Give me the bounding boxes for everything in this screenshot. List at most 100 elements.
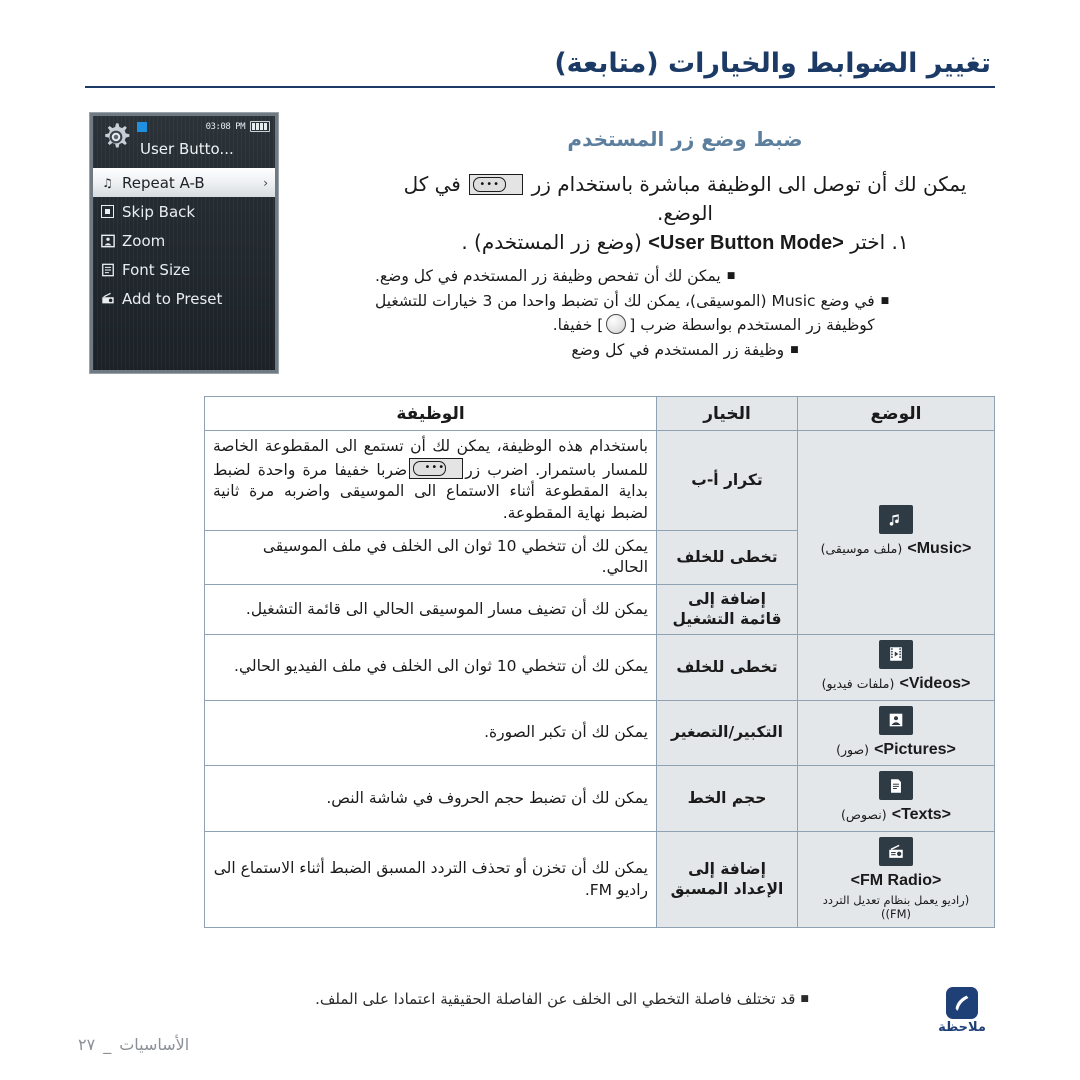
user-button-key-icon xyxy=(409,457,464,479)
video-icon xyxy=(879,639,913,669)
mode-name-en: <Pictures> xyxy=(874,740,956,758)
note-text-wrap: ■ قد تختلف فاصلة التخطي الى الخلف عن الفا… xyxy=(205,985,919,1011)
text-icon xyxy=(99,261,116,278)
table-row: <Texts> (نصوص) حجم الخط يمكن لك أن تضبط … xyxy=(204,765,995,833)
cell-function: يمكن لك أن تتخطي 10 ثوان الى الخلف في مل… xyxy=(204,633,657,701)
step-1: ١. اختر <User Button Mode> (وضع زر المست… xyxy=(375,228,995,257)
cell-mode-pictures: <Pictures> (صور) xyxy=(797,699,995,767)
device-menu-item-zoom[interactable]: Zoom xyxy=(93,226,275,255)
device-menu-item-add-to-preset[interactable]: Add to Preset xyxy=(93,284,275,313)
step-1-number: ١. xyxy=(891,230,909,254)
picture-icon xyxy=(879,705,913,735)
cell-option: التكبير/التصغير xyxy=(656,699,798,767)
mode-name-en: <Music> xyxy=(907,540,972,558)
cell-function: يمكن لك أن تضيف مسار الموسيقى الحالي الى… xyxy=(204,584,657,635)
skip-back-icon xyxy=(99,203,116,220)
note-icon-block: ملاحظة xyxy=(929,985,995,1035)
bullet-text-2: في وضع Music (الموسيقى)، يمكن لك أن تضبط… xyxy=(375,290,875,337)
step-1-translation: (وضع زر المستخدم) . xyxy=(461,230,642,254)
mode-name-ar: (راديو يعمل بنظام تعديل التردد (FM)) xyxy=(822,893,970,922)
device-menu-item-skip-back[interactable]: Skip Back xyxy=(93,197,275,226)
radio-icon xyxy=(99,290,116,307)
bullet-text-3: وظيفة زر المستخدم في كل وضع xyxy=(571,340,785,359)
bullet-2-tail-after: ] خفيفا. xyxy=(552,315,604,334)
note-text: قد تختلف فاصلة التخطي الى الخلف عن الفاص… xyxy=(315,990,796,1008)
column-header-function: الوظيفة xyxy=(204,396,657,431)
device-menu-item-label: Skip Back xyxy=(122,202,196,221)
cell-option: إضافة إلى قائمة التشغيل xyxy=(656,584,798,635)
note-block: ملاحظة ■ قد تختلف فاصلة التخطي الى الخلف … xyxy=(205,985,995,1035)
table-row: <Pictures> (صور) التكبير/التصغير يمكن لك… xyxy=(204,699,995,767)
bullet-square-icon: ■ xyxy=(880,296,890,307)
table-row: <Videos> (ملفات فيديو) تخطى للخلف يمكن ل… xyxy=(204,633,995,701)
cell-option: تكرار أ-ب xyxy=(656,430,798,531)
chevron-right-icon: › xyxy=(263,175,268,190)
footer-separator: _ xyxy=(103,1035,112,1054)
step-1-menu-name: <User Button Mode> xyxy=(648,232,844,254)
mode-caption: <Texts> (نصوص) xyxy=(806,804,986,826)
device-menu-item-label: Add to Preset xyxy=(122,289,223,308)
status-indicator-square xyxy=(137,122,147,132)
cell-mode-texts: <Texts> (نصوص) xyxy=(797,765,995,833)
mode-caption: <Music> (ملف موسيقى) xyxy=(806,538,986,560)
mode-name-en: <Texts> xyxy=(891,806,952,824)
column-header-option: الخيار xyxy=(656,396,798,431)
device-screen-title: User Butto... xyxy=(140,140,234,158)
cell-function: يمكن لك أن تكبر الصورة. xyxy=(204,699,657,767)
device-status-bar: 03:08 PM User Butto... xyxy=(93,116,275,168)
table-row: <FM Radio> (راديو يعمل بنظام تعديل الترد… xyxy=(204,831,995,928)
device-menu-item-label: Repeat A-B xyxy=(122,173,205,192)
bullet-square-icon: ■ xyxy=(726,271,736,281)
step-1-verb: اختر xyxy=(850,230,886,254)
cell-option: تخطى للخلف xyxy=(656,633,798,701)
device-menu-item-font-size[interactable]: Font Size xyxy=(93,255,275,284)
cell-mode-videos: <Videos> (ملفات فيديو) xyxy=(797,633,995,701)
gear-icon xyxy=(99,120,133,154)
title-divider xyxy=(85,86,995,89)
cell-option: إضافة إلى الإعداد المسبق xyxy=(656,831,798,928)
mode-name-en: <FM Radio> xyxy=(850,872,942,890)
bullet-square-icon: ■ xyxy=(800,994,809,1004)
cell-function: يمكن لك أن تخزن أو تحذف التردد المسبق ال… xyxy=(204,831,657,928)
mode-name-ar: (ملفات فيديو) xyxy=(821,675,895,691)
bullet-text-1: يمكن لك أن تفحص وظيفة زر المستخدم في كل … xyxy=(375,267,721,285)
battery-icon xyxy=(250,121,270,132)
bullet-square-icon: ■ xyxy=(790,344,799,355)
record-button-icon xyxy=(606,313,627,334)
device-screen: 03:08 PM User Butto... ♫ Repeat A-B › Sk… xyxy=(93,116,275,370)
user-button-key-icon xyxy=(469,174,524,195)
cell-option: حجم الخط xyxy=(656,765,798,833)
music-note-icon xyxy=(879,505,913,535)
list-item: ■ في وضع Music (الموسيقى)، يمكن لك أن تض… xyxy=(375,290,995,337)
cell-mode-fm-radio: <FM Radio> (راديو يعمل بنظام تعديل الترد… xyxy=(797,831,995,928)
table-header-row: الوضع الخيار الوظيفة xyxy=(204,396,995,431)
mode-caption: <FM Radio> (راديو يعمل بنظام تعديل الترد… xyxy=(806,870,986,922)
status-clock: 03:08 PM xyxy=(205,122,246,132)
device-menu-item-repeat-ab[interactable]: ♫ Repeat A-B › xyxy=(93,168,275,197)
page-title: تغيير الضوابط والخيارات (متابعة) xyxy=(554,48,991,79)
note-pencil-icon xyxy=(946,987,978,1019)
table-row: <Music> (ملف موسيقى) تكرار أ-ب باستخدام … xyxy=(204,430,995,635)
bullet-2-tail-before: كوظيفة زر المستخدم بواسطة ضرب [ xyxy=(629,315,875,334)
page-number: ٢٧ xyxy=(78,1035,96,1054)
mode-name-en: <Videos> xyxy=(899,674,971,692)
bullet-list: ■ يمكن لك أن تفحص وظيفة زر المستخدم في ك… xyxy=(375,265,995,364)
mode-name-ar: (نصوص) xyxy=(840,807,887,823)
cell-mode-music: <Music> (ملف موسيقى) xyxy=(797,430,995,635)
mode-name-ar: (ملف موسيقى) xyxy=(820,541,903,557)
note-label: ملاحظة xyxy=(938,1020,986,1035)
page-footer: الأساسيات _ ٢٧ xyxy=(78,1035,189,1054)
page-header: تغيير الضوابط والخيارات (متابعة) xyxy=(85,48,995,89)
text-icon xyxy=(879,771,913,801)
intro-paragraph: يمكن لك أن توصل الى الوظيفة مباشرة باستخ… xyxy=(375,170,995,228)
modes-table: الوضع الخيار الوظيفة <Music> (ملف موسيقى… xyxy=(204,396,995,928)
list-item: ■ وظيفة زر المستخدم في كل وضع xyxy=(375,339,995,362)
bullet-2-lead: في وضع Music (الموسيقى)، يمكن لك أن تضبط… xyxy=(375,292,875,311)
radio-icon xyxy=(879,837,913,867)
device-menu-list: ♫ Repeat A-B › Skip Back Zoom Font Size … xyxy=(93,168,275,313)
list-item: ■ يمكن لك أن تفحص وظيفة زر المستخدم في ك… xyxy=(375,265,995,288)
mode-caption: <Videos> (ملفات فيديو) xyxy=(806,673,986,695)
column-header-mode: الوضع xyxy=(797,396,995,431)
cell-function: باستخدام هذه الوظيفة، يمكن لك أن تستمع ا… xyxy=(204,430,657,531)
picture-icon xyxy=(99,232,116,249)
